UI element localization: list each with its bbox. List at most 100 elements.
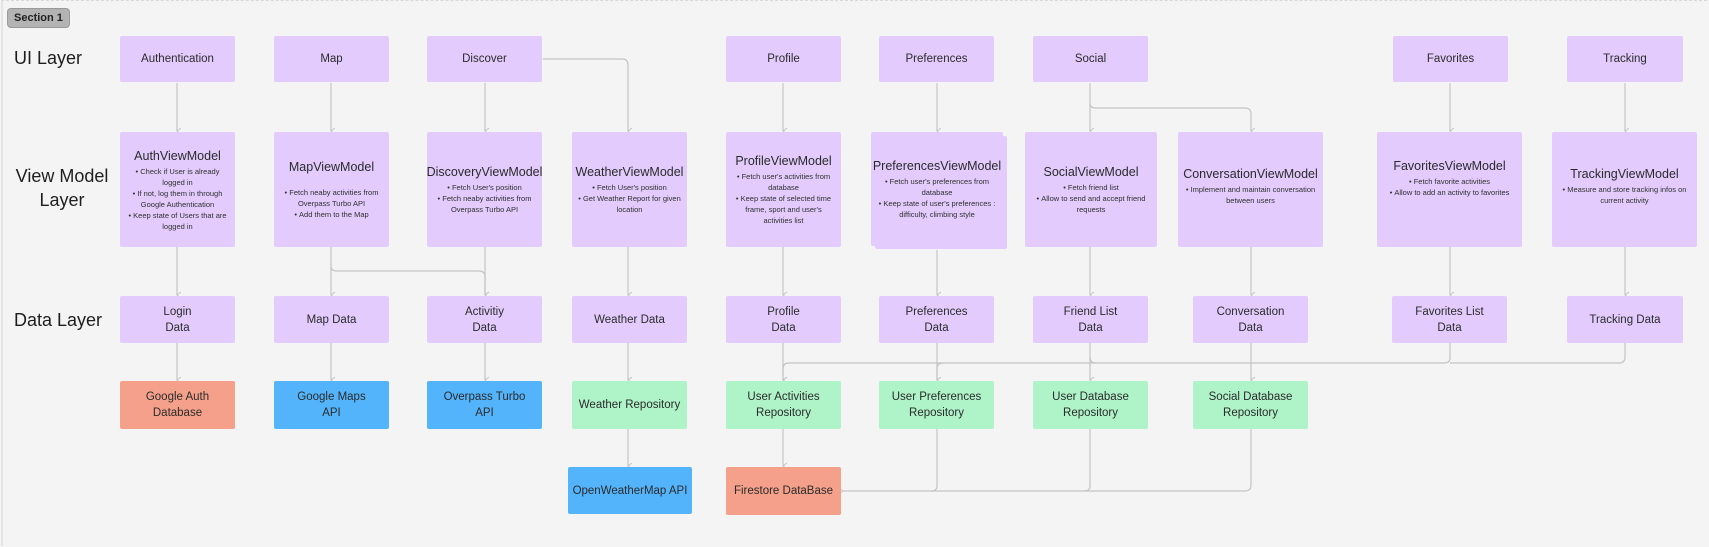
- node-label-line: User Preferences: [891, 391, 982, 403]
- section-label[interactable]: Section 1: [7, 8, 70, 28]
- vm-node-conversation[interactable]: ConversationViewModel Implement and main…: [1178, 132, 1323, 247]
- data-layer-label: Data Layer: [14, 310, 103, 330]
- node-label-line: OpenWeatherMap API: [572, 484, 688, 497]
- vm-title: ConversationViewModel: [1183, 167, 1318, 181]
- vm-responsibilities: Implement and maintain conversation betw…: [1178, 184, 1323, 206]
- vm-item: Implement and maintain conversation betw…: [1184, 184, 1317, 206]
- vm-node-profile[interactable]: ProfileViewModel Fetch user's activities…: [726, 132, 841, 247]
- vm-responsibilities: Check if User is already logged in If no…: [120, 166, 235, 232]
- node-label-line: Data: [1238, 321, 1263, 334]
- wire-bus-userdb: [1089, 356, 1097, 364]
- vm-item: Keep state of selected time frame, sport…: [732, 193, 835, 226]
- repo-social-database[interactable]: Social Database Repository: [1193, 381, 1308, 429]
- ui-node-discover[interactable]: Discover: [427, 36, 542, 82]
- node-label-line: Data: [1437, 321, 1462, 334]
- vm-item: Fetch user's activities from database: [732, 171, 835, 193]
- vm-node-discovery[interactable]: DiscoveryViewModel Fetch User's position…: [427, 132, 542, 247]
- node-label-line: Firestore DataBase: [733, 485, 834, 497]
- vm-item: Measure and store tracking infos on curr…: [1558, 184, 1691, 206]
- vm-title: PreferencesViewModel: [872, 159, 1002, 173]
- node-label-line: Weather Data: [594, 313, 665, 326]
- ui-node-social[interactable]: Social: [1033, 36, 1148, 82]
- node-label-line: Weather Repository: [578, 399, 681, 411]
- repo-weather[interactable]: Weather Repository: [572, 381, 687, 429]
- data-node-profile[interactable]: Profile Data: [726, 296, 841, 343]
- repo-user-preferences[interactable]: User Preferences Repository: [879, 381, 994, 429]
- ui-node-authentication[interactable]: Authentication: [120, 36, 235, 82]
- wire-mapvm-activity: [330, 265, 490, 299]
- repo-user-activities[interactable]: User Activities Repository: [726, 381, 841, 429]
- source-overpass-turbo-api[interactable]: Overpass Turbo API: [427, 381, 542, 429]
- view-model-layer-text: View Model Layer: [15, 166, 109, 210]
- node-label-line: Database: [152, 407, 203, 419]
- ui-node-label: Tracking: [1603, 53, 1647, 65]
- ui-node-favorites[interactable]: Favorites: [1393, 36, 1508, 82]
- vm-responsibilities: Measure and store tracking infos on curr…: [1552, 184, 1697, 206]
- vm-node-weather[interactable]: WeatherViewModel Fetch User's position G…: [572, 132, 687, 247]
- vm-title: SocialViewModel: [1043, 165, 1139, 179]
- data-node-activity[interactable]: Activitiy Data: [427, 296, 542, 343]
- repo-user-database[interactable]: User Database Repository: [1033, 381, 1148, 429]
- data-node-preferences[interactable]: Preferences Data: [879, 296, 994, 343]
- ui-node-tracking[interactable]: Tracking: [1567, 36, 1683, 82]
- node-label-line: API: [322, 407, 341, 419]
- vm-responsibilities: Fetch user's activities from database Ke…: [726, 171, 841, 226]
- vm-responsibilities: Fetch neaby activities from Overpass Tur…: [274, 187, 389, 220]
- wire-userprefs-firestore: [930, 429, 938, 492]
- data-node-favorites-list[interactable]: Favorites List Data: [1392, 296, 1507, 343]
- node-label-line: Data: [771, 321, 796, 334]
- vm-item: Fetch User's position: [433, 182, 536, 193]
- source-firestore-database[interactable]: Firestore DataBase: [726, 467, 841, 515]
- data-node-map[interactable]: Map Data: [274, 296, 389, 343]
- vm-node-auth[interactable]: AuthViewModel Check if User is already l…: [120, 132, 235, 247]
- vm-item: Fetch neaby activities from Overpass Tur…: [433, 193, 536, 215]
- ui-node-label: Profile: [767, 53, 800, 65]
- vm-item: Fetch User's position: [578, 182, 681, 193]
- ui-node-label: Preferences: [905, 53, 968, 65]
- node-label-line: Friend List: [1063, 305, 1118, 318]
- source-google-auth-database[interactable]: Google Auth Database: [120, 381, 235, 429]
- data-node-weather[interactable]: Weather Data: [572, 296, 687, 343]
- vm-title: MapViewModel: [288, 160, 375, 174]
- ui-node-map[interactable]: Map: [274, 36, 389, 82]
- vm-node-tracking[interactable]: TrackingViewModel Measure and store trac…: [1552, 132, 1697, 247]
- node-label-line: Google Maps: [297, 391, 366, 403]
- data-node-login[interactable]: Login Data: [120, 296, 235, 343]
- vm-node-preferences[interactable]: PreferencesViewModel Fetch user's prefer…: [871, 132, 1003, 246]
- vm-item: Allow to add an activity to favorites: [1390, 187, 1509, 198]
- ui-node-label: Map: [320, 53, 343, 65]
- vm-title: DiscoveryViewModel: [426, 165, 543, 179]
- vm-item: Check if User is already logged in: [126, 166, 229, 188]
- node-label-line: User Activities: [747, 391, 820, 403]
- vm-node-favorites[interactable]: FavoritesViewModel Fetch favorite activi…: [1377, 132, 1522, 247]
- vm-responsibilities: Fetch User's position Get Weather Report…: [572, 182, 687, 215]
- data-node-tracking[interactable]: Tracking Data: [1567, 296, 1683, 343]
- node-label-line: Favorites List: [1415, 305, 1484, 318]
- vm-title: FavoritesViewModel: [1393, 159, 1506, 173]
- data-node-friend-list[interactable]: Friend List Data: [1033, 296, 1148, 343]
- source-openweathermap-api[interactable]: OpenWeatherMap API: [568, 467, 692, 514]
- node-label-line: Data: [165, 321, 190, 334]
- data-node-conversation[interactable]: Conversation Data: [1193, 296, 1308, 343]
- node-label-line: Repository: [756, 407, 811, 419]
- vm-title: TrackingViewModel: [1570, 167, 1679, 181]
- vm-title: WeatherViewModel: [575, 165, 684, 179]
- node-label-line: API: [475, 407, 494, 419]
- wire-repos-firestore: [838, 429, 1252, 495]
- ui-node-profile[interactable]: Profile: [726, 36, 841, 82]
- vm-item: Get Weather Report for given location: [578, 193, 681, 215]
- wire-bus-userprefs: [936, 362, 944, 380]
- connector-lines: [176, 58, 1630, 495]
- vm-item: Add them to the Map: [280, 209, 383, 220]
- node-label-line: Preferences: [905, 305, 968, 318]
- vm-item: If not, log them in through Google Authe…: [126, 188, 229, 210]
- ui-node-preferences[interactable]: Preferences: [879, 36, 994, 82]
- ui-node-label: Authentication: [141, 53, 214, 65]
- vm-item: Keep state of Users that are logged in: [126, 210, 229, 232]
- node-label-line: Profile: [767, 305, 800, 318]
- vm-node-map[interactable]: MapViewModel Fetch neaby activities from…: [274, 132, 389, 247]
- node-label-line: Data: [1078, 321, 1103, 334]
- vm-node-social[interactable]: SocialViewModel Fetch friend list Allow …: [1025, 132, 1157, 247]
- source-google-maps-api[interactable]: Google Maps API: [274, 381, 389, 429]
- wire-social-conversation-vm: [1089, 103, 1256, 135]
